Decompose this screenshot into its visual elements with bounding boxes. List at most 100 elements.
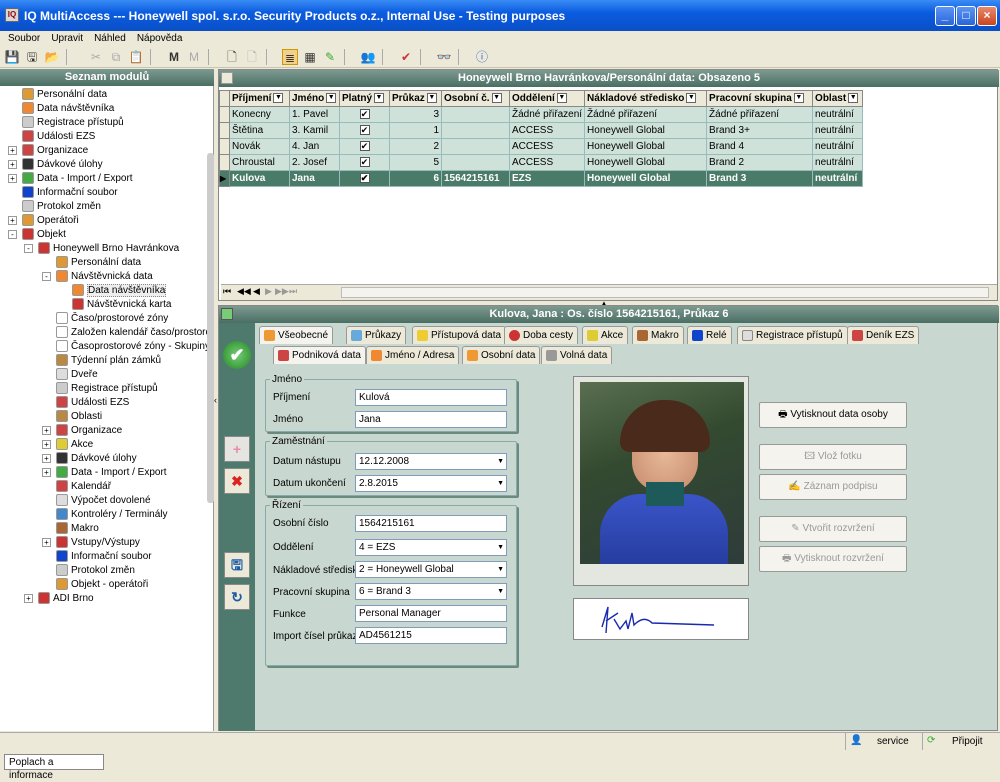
- nav-prev-page-icon[interactable]: ◀◀: [237, 286, 251, 297]
- department-select[interactable]: 4 = EZS: [355, 539, 507, 556]
- tab-prukazy[interactable]: Průkazy: [346, 326, 407, 344]
- column-header[interactable]: Pracovní skupina ▼: [706, 90, 814, 107]
- table-cell[interactable]: Žádné přiřazení: [584, 106, 708, 123]
- column-header[interactable]: Oddělení ▼: [508, 90, 586, 107]
- table-row[interactable]: Konecny 1. Pavel ✔ 3 Žádné přiřazení Žádné př…: [219, 106, 864, 123]
- nav-next-page-icon[interactable]: ▶▶: [275, 286, 289, 297]
- table-cell[interactable]: neutrální: [812, 154, 864, 171]
- tree-item[interactable]: Personální data: [56, 256, 141, 270]
- tree-item[interactable]: ADI Brno: [38, 592, 94, 606]
- expand-icon[interactable]: +: [8, 146, 17, 155]
- macro-icon[interactable]: M: [166, 49, 182, 65]
- filter-dropdown-icon[interactable]: ▼: [273, 93, 284, 104]
- table-cell[interactable]: Žádné přiřazení: [508, 106, 586, 123]
- tree-view-icon[interactable]: ≣: [282, 49, 298, 65]
- tree-item[interactable]: Organizace: [56, 424, 122, 438]
- table-cell[interactable]: Jana: [289, 170, 340, 187]
- tab-volna-data[interactable]: Volná data: [541, 346, 613, 364]
- collapse-arrow-icon[interactable]: ‹: [214, 395, 217, 405]
- tree-item[interactable]: Časo/prostorové zóny: [56, 312, 168, 326]
- print-person-button[interactable]: 🖶 Vytisknout data osoby: [759, 402, 907, 428]
- photo-frame[interactable]: [573, 376, 749, 586]
- tree-item[interactable]: Personální data: [22, 88, 107, 102]
- table-cell[interactable]: ✔: [339, 122, 390, 139]
- tree-item[interactable]: Objekt - operátoři: [56, 578, 148, 592]
- valid-checkbox[interactable]: ✔: [359, 141, 370, 151]
- grid-horizontal-scrollbar[interactable]: [341, 287, 989, 298]
- column-header[interactable]: Průkaz ▼: [389, 90, 442, 107]
- filter-dropdown-icon[interactable]: ▼: [374, 93, 385, 104]
- info-icon[interactable]: ⓘ: [474, 49, 490, 65]
- filter-dropdown-icon[interactable]: ▼: [848, 93, 859, 104]
- left-scrollbar[interactable]: [207, 153, 214, 503]
- tree-item[interactable]: Kontroléry / Terminály: [56, 508, 168, 522]
- table-cell[interactable]: Honeywell Global: [584, 138, 708, 155]
- tab-jmeno-adresa[interactable]: Jméno / Adresa: [366, 346, 460, 364]
- table-cell[interactable]: ✔: [339, 138, 390, 155]
- table-cell[interactable]: Honeywell Global: [584, 154, 708, 171]
- menu-soubor[interactable]: Soubor: [4, 31, 44, 46]
- column-header[interactable]: Platný ▼: [339, 90, 390, 107]
- table-cell[interactable]: [441, 138, 510, 155]
- tab-denik-ezs[interactable]: Deník EZS: [847, 326, 920, 344]
- minimize-button[interactable]: _: [935, 6, 955, 26]
- tree-item[interactable]: Časoprostorové zóny - Skupiny: [56, 340, 210, 354]
- tab-makro[interactable]: Makro: [632, 326, 684, 344]
- tab-rele[interactable]: Relé: [687, 326, 732, 344]
- table-cell[interactable]: 4. Jan: [289, 138, 340, 155]
- tree-item[interactable]: Založen kalendář časo/prostorov: [56, 326, 216, 340]
- table-cell[interactable]: neutrální: [812, 138, 864, 155]
- expand-icon[interactable]: +: [42, 538, 51, 547]
- valid-checkbox[interactable]: ✔: [359, 125, 370, 135]
- copy-icon[interactable]: ⧉: [108, 49, 124, 65]
- cost-center-select[interactable]: 2 = Honeywell Global: [355, 561, 507, 578]
- surname-field[interactable]: Kulová: [355, 389, 507, 406]
- cut-icon[interactable]: ✂: [88, 49, 104, 65]
- confirm-check-icon[interactable]: ✔: [223, 341, 251, 369]
- table-cell[interactable]: ✔: [339, 106, 390, 123]
- insert-photo-button[interactable]: 🖾 Vlož fotku: [759, 444, 907, 470]
- table-cell[interactable]: neutrální: [812, 122, 864, 139]
- menu-nahled[interactable]: Náhled: [90, 31, 130, 46]
- expand-icon[interactable]: +: [8, 216, 17, 225]
- open-folder-icon[interactable]: 📂: [44, 49, 60, 65]
- table-cell[interactable]: EZS: [508, 170, 586, 187]
- table-cell[interactable]: neutrální: [812, 170, 864, 187]
- tree-item[interactable]: Návštěvnická data: [56, 270, 153, 284]
- table-cell[interactable]: ✔: [339, 170, 390, 187]
- tree-item[interactable]: Data návštěvníka: [72, 284, 167, 298]
- connect-icon[interactable]: ⟳: [927, 735, 935, 746]
- tree-item[interactable]: Události EZS: [56, 396, 129, 410]
- save-icon[interactable]: 💾: [4, 49, 20, 65]
- new-document-icon[interactable]: 🗋: [224, 49, 240, 65]
- expand-icon[interactable]: +: [42, 426, 51, 435]
- tab-vseobecne[interactable]: Všeobecné: [259, 326, 334, 344]
- tree-item[interactable]: Vstupy/Výstupy: [56, 536, 140, 550]
- work-group-select[interactable]: 6 = Brand 3: [355, 583, 507, 600]
- collapse-icon[interactable]: -: [42, 272, 51, 281]
- edit-icon[interactable]: ✎: [322, 49, 338, 65]
- add-record-button[interactable]: +: [224, 436, 250, 462]
- tree-item[interactable]: Registrace přístupů: [56, 382, 158, 396]
- table-cell[interactable]: Honeywell Global: [584, 170, 708, 187]
- glasses-icon[interactable]: 👓: [436, 49, 452, 65]
- filter-dropdown-icon[interactable]: ▼: [491, 93, 502, 104]
- nav-next-icon[interactable]: ▶: [265, 286, 272, 297]
- expand-icon[interactable]: +: [42, 440, 51, 449]
- table-cell[interactable]: ACCESS: [508, 154, 586, 171]
- column-header[interactable]: Osobní č. ▼: [441, 90, 510, 107]
- create-layout-button[interactable]: ✎ Vtvořit rozvržení: [759, 516, 907, 542]
- macro-disabled-icon[interactable]: M: [186, 49, 202, 65]
- tree-item[interactable]: Akce: [56, 438, 93, 452]
- nav-last-icon[interactable]: ⏭: [289, 286, 297, 297]
- nav-prev-icon[interactable]: ◀: [253, 286, 260, 297]
- column-header[interactable]: Nákladové středisko ▼: [584, 90, 708, 107]
- collapse-icon[interactable]: -: [24, 244, 33, 253]
- filter-dropdown-icon[interactable]: ▼: [326, 93, 337, 104]
- filter-dropdown-icon[interactable]: ▼: [556, 93, 567, 104]
- table-cell[interactable]: 3: [389, 106, 442, 123]
- record-signature-button[interactable]: ✍ Záznam podpisu: [759, 474, 907, 500]
- table-row[interactable]: Novák 4. Jan ✔ 2 ACCESS Honeywell Global Brand…: [219, 138, 864, 155]
- filter-dropdown-icon[interactable]: ▼: [686, 93, 697, 104]
- table-cell[interactable]: [441, 122, 510, 139]
